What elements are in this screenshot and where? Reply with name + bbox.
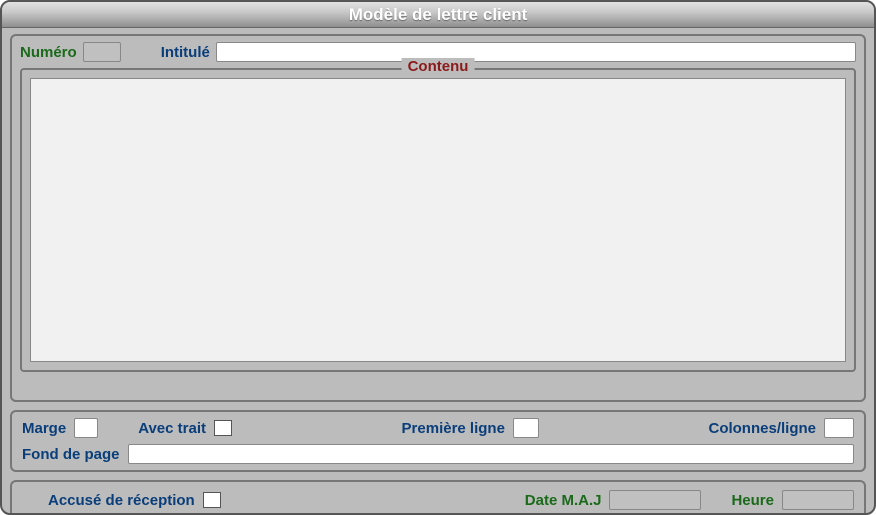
- intitule-field[interactable]: [216, 42, 856, 62]
- fond-page-label: Fond de page: [22, 446, 120, 463]
- panel-layout: Marge Avec trait Première ligne Colonnes…: [10, 410, 866, 472]
- colonnes-ligne-field[interactable]: [824, 418, 854, 438]
- contenu-box: [20, 68, 856, 372]
- colonnes-ligne-label: Colonnes/ligne: [708, 420, 816, 437]
- contenu-fieldset: Contenu: [20, 68, 856, 372]
- heure-label: Heure: [731, 492, 774, 509]
- marge-label: Marge: [22, 420, 66, 437]
- date-maj-field[interactable]: [609, 490, 701, 510]
- contenu-textarea[interactable]: [30, 78, 846, 362]
- accuse-label: Accusé de réception: [48, 492, 195, 509]
- premiere-ligne-label: Première ligne: [402, 420, 505, 437]
- marge-field[interactable]: [74, 418, 98, 438]
- panel-footer: Accusé de réception Date M.A.J Heure: [10, 480, 866, 515]
- avec-trait-checkbox[interactable]: [214, 420, 232, 436]
- window-frame: Modèle de lettre client Numéro Intitulé …: [0, 0, 876, 515]
- numero-field[interactable]: [83, 42, 121, 62]
- accuse-checkbox[interactable]: [203, 492, 221, 508]
- avec-trait-label: Avec trait: [138, 420, 206, 437]
- heure-field[interactable]: [782, 490, 854, 510]
- title-bar: Modèle de lettre client: [2, 2, 874, 28]
- numero-label: Numéro: [20, 44, 77, 61]
- row-fond-page: Fond de page: [22, 444, 854, 464]
- premiere-ligne-field[interactable]: [513, 418, 539, 438]
- date-maj-label: Date M.A.J: [525, 492, 602, 509]
- intitule-label: Intitulé: [161, 44, 210, 61]
- window-body: Numéro Intitulé Contenu Marge Avec trait: [2, 28, 874, 515]
- fond-page-field[interactable]: [128, 444, 855, 464]
- row-layout-options: Marge Avec trait Première ligne Colonnes…: [22, 418, 854, 438]
- window-title: Modèle de lettre client: [349, 5, 528, 24]
- panel-header: Numéro Intitulé Contenu: [10, 34, 866, 402]
- contenu-legend: Contenu: [402, 58, 475, 75]
